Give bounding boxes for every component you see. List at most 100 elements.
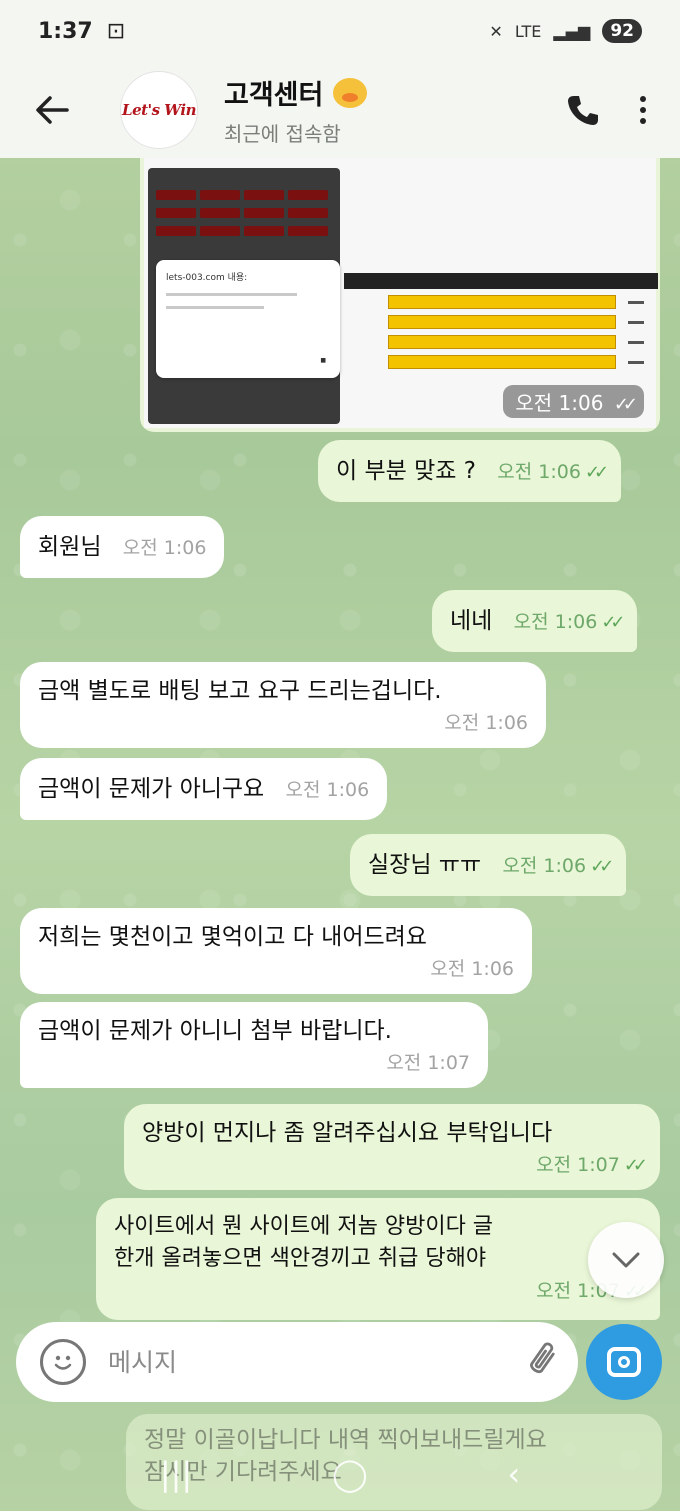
duck-emoji-icon <box>333 77 368 108</box>
message-bubble[interactable]: 금액이 문제가 아니구요 오전 1:06 <box>20 758 388 820</box>
bet-row <box>344 335 658 349</box>
screenshot-button <box>288 226 328 236</box>
message-time: 오전 1:06 <box>285 779 370 801</box>
read-check-icon: ✓✓ <box>613 394 638 415</box>
screenshot-button <box>200 208 240 218</box>
screenshot-button <box>244 226 284 236</box>
read-check-icon: ✓✓ <box>590 856 614 877</box>
paperclip-svg <box>530 1342 555 1373</box>
message-text: 회원님 <box>38 534 102 560</box>
chat-title-block[interactable]: 고객센터 최근에 접속함 <box>224 73 368 147</box>
message-text: 양방이 먼지나 좀 알려주십시요 부탁입니다 <box>142 1120 553 1146</box>
message-bubble[interactable]: 양방이 먼지나 좀 알려주십시요 부탁입니다 오전 1:07 ✓✓ <box>124 1104 660 1190</box>
battery-badge: 92 <box>602 19 642 43</box>
message-time: 오전 1:06 <box>444 712 528 734</box>
screen-record-icon: ⊡ <box>106 18 126 44</box>
screenshot-button <box>200 226 240 236</box>
message-text: 금액이 문제가 아니구요 <box>38 776 265 802</box>
camera-button[interactable] <box>586 1324 662 1400</box>
home-icon[interactable]: ◯ <box>332 1455 368 1493</box>
screenshot-button <box>288 208 328 218</box>
message-text: 저희는 몇천이고 몇억이고 다 내어드려요 <box>38 924 427 950</box>
status-right: ✕ LTE ▂▄▆ 92 <box>489 19 642 43</box>
more-options-icon[interactable] <box>640 96 646 124</box>
message-time-text: 오전 1:06 <box>502 855 587 877</box>
screenshot-button <box>156 226 196 236</box>
alert-ok: ■ <box>320 357 326 364</box>
message-bubble[interactable]: 저희는 몇천이고 몇억이고 다 내어드려요 오전 1:06 <box>20 908 532 994</box>
chat-title: 고객센터 <box>224 73 368 112</box>
message-bubble[interactable]: 네네 오전 1:06 ✓✓ <box>432 590 638 652</box>
signal-icon: ▂▄▆ <box>553 21 591 41</box>
message-time-text: 오전 1:07 <box>536 1154 620 1176</box>
image-message[interactable]: lets-003.com 내용: ■ 오전 1:06 ✓✓ <box>140 158 660 432</box>
screenshot-button <box>156 190 196 200</box>
paperclip-icon[interactable] <box>514 1334 565 1390</box>
screenshot-mobile-page: lets-003.com 내용: ■ <box>148 168 340 424</box>
smiley-svg <box>54 1355 72 1370</box>
read-check-icon: ✓✓ <box>584 462 609 483</box>
bet-row <box>344 355 658 369</box>
mute-icon: ✕ <box>489 21 503 41</box>
system-nav-bar: ||| ◯ ‹ <box>0 1436 680 1511</box>
message-time: 오전 1:07 <box>386 1052 470 1074</box>
screenshot-alert-dialog: lets-003.com 내용: ■ <box>156 260 340 378</box>
message-time-text: 오전 1:06 <box>513 611 598 633</box>
message-time: 오전 1:07✓✓ <box>128 1275 648 1308</box>
avatar[interactable]: Let's Win <box>120 71 198 149</box>
message-text-line: 한개 올려놓으면 색안경끼고 취급 당해야 <box>114 1246 487 1271</box>
back-arrow-svg <box>36 96 69 124</box>
bet-table-header <box>344 273 658 289</box>
message-bubble[interactable]: 금액 별도로 배팅 보고 요구 드리는겁니다. 오전 1:06 <box>20 662 546 748</box>
bet-row <box>344 295 658 309</box>
message-text: 금액 별도로 배팅 보고 요구 드리는겁니다. <box>38 678 442 704</box>
message-bubble[interactable]: 금액이 문제가 아니니 첨부 바랍니다. 오전 1:07 <box>20 1002 488 1088</box>
screenshot-bet-table <box>344 273 658 383</box>
message-input[interactable] <box>108 1347 488 1377</box>
chat-title-text: 고객센터 <box>224 80 324 111</box>
message-text: 실장님 ㅠㅠ <box>368 852 482 878</box>
screenshot-button <box>244 190 284 200</box>
message-time: 오전 1:06 <box>122 537 207 559</box>
back-nav-icon[interactable]: ‹ <box>507 1455 520 1493</box>
camera-icon <box>607 1347 641 1377</box>
message-text-line: 사이트에서 뭔 사이트에 저놈 양방이다 글 <box>114 1214 494 1239</box>
screenshot-button <box>200 190 240 200</box>
message-time: 오전 1:06 <box>430 958 514 980</box>
message-bubble[interactable]: 사이트에서 뭔 사이트에 저놈 양방이다 글 한개 올려놓으면 색안경끼고 취급… <box>96 1198 660 1320</box>
status-time: 1:37 <box>38 18 93 44</box>
read-check-icon: ✓✓ <box>623 1155 648 1176</box>
phone-svg <box>568 96 598 125</box>
image-message-time: 오전 1:06 ✓✓ <box>503 385 644 418</box>
message-bubble[interactable]: 회원님 오전 1:06 <box>20 516 225 578</box>
chevron-down-icon <box>612 1252 640 1268</box>
recent-apps-icon[interactable]: ||| <box>160 1455 192 1493</box>
chat-header: Let's Win 고객센터 최근에 접속함 <box>0 62 680 158</box>
camera-lens <box>618 1356 630 1368</box>
read-check-icon: ✓✓ <box>601 612 625 633</box>
message-text: 금액이 문제가 아니니 첨부 바랍니다. <box>38 1018 392 1044</box>
message-composer <box>16 1322 578 1402</box>
alert-title: lets-003.com 내용: <box>166 273 248 283</box>
screenshot-button <box>156 208 196 218</box>
scroll-to-bottom-button[interactable] <box>588 1222 664 1298</box>
screenshot-button <box>244 208 284 218</box>
phone-call-icon[interactable] <box>566 93 600 127</box>
last-seen-status: 최근에 접속함 <box>224 122 341 146</box>
message-text: 네네 <box>450 608 493 634</box>
back-arrow-icon[interactable] <box>22 80 82 140</box>
message-time: 오전 1:06 ✓✓ <box>502 855 614 877</box>
message-bubble[interactable]: 실장님 ㅠㅠ 오전 1:06 ✓✓ <box>350 834 627 896</box>
emoji-icon[interactable] <box>40 1339 86 1385</box>
bet-row <box>344 315 658 329</box>
image-time-text: 오전 1:06 <box>515 391 604 415</box>
message-time: 오전 1:06 ✓✓ <box>497 461 609 483</box>
avatar-logo: Let's Win <box>122 101 196 119</box>
message-time: 오전 1:06 ✓✓ <box>513 611 626 633</box>
message-bubble[interactable]: 이 부분 맞죠 ? 오전 1:06 ✓✓ <box>318 440 622 502</box>
alert-text-line <box>166 293 298 296</box>
alert-text-line <box>166 306 265 309</box>
status-bar: 1:37 ⊡ ✕ LTE ▂▄▆ 92 <box>0 0 680 62</box>
header-actions <box>566 93 646 127</box>
screenshot-button <box>288 190 328 200</box>
